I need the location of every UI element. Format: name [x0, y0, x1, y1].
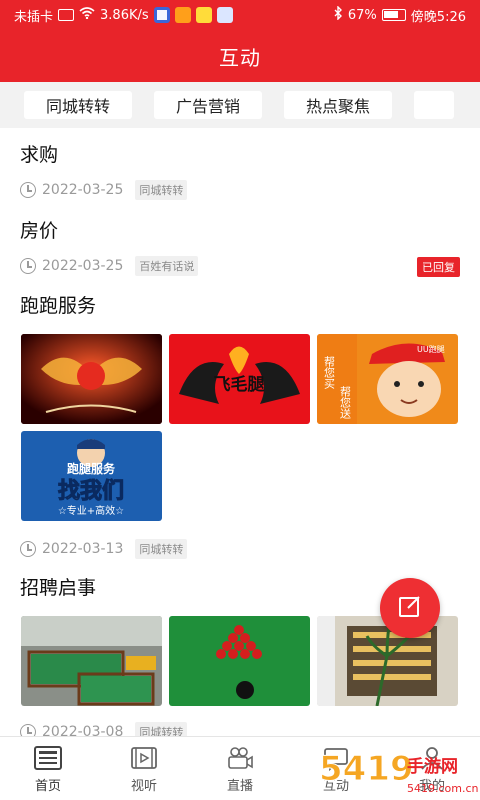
post-image[interactable]: 帮您买 帮您送 UU跑腿: [317, 334, 458, 424]
post-meta: 2022-03-25 同城转转: [20, 180, 188, 200]
post-meta: 2022-03-08 同城转转: [20, 722, 188, 736]
page-title: 互动: [219, 45, 261, 70]
nav-label: 视听: [130, 778, 157, 794]
clock-icon: [20, 541, 36, 557]
post-date: 2022-03-08: [42, 724, 124, 736]
post-title[interactable]: 跑跑服务: [20, 291, 96, 318]
wifi-icon: [79, 7, 95, 23]
post-tag: 同城转转: [135, 180, 188, 200]
post-tag: 百姓有话说: [135, 256, 199, 276]
post-meta: 2022-03-25 百姓有话说: [20, 256, 199, 276]
post-image[interactable]: [21, 334, 162, 424]
edit-icon: [397, 593, 423, 623]
sim-icon: [58, 9, 75, 21]
post-date: 2022-03-25: [42, 182, 124, 198]
clock-icon: [20, 724, 36, 736]
post-title[interactable]: 招聘启事: [20, 573, 96, 600]
post-feed[interactable]: 求购 2022-03-25 同城转转 房价 2022-03-25 百姓有话说 已…: [0, 128, 480, 736]
live-icon: [225, 745, 255, 771]
network-speed: 3.86K/s: [100, 7, 149, 23]
image-text: ☆专业+高效☆: [58, 504, 124, 517]
post-date: 2022-03-13: [42, 541, 124, 557]
image-text: UU跑腿: [417, 345, 445, 354]
image-text: 帮您送: [339, 386, 352, 419]
clock-icon: [20, 182, 36, 198]
bluetooth-icon: [333, 5, 343, 24]
post-tag: 同城转转: [135, 539, 188, 559]
nav-home[interactable]: 首页: [0, 737, 96, 800]
svg-text:5419: 5419: [319, 749, 414, 789]
replied-badge: 已回复: [417, 257, 460, 277]
post-image[interactable]: 飞毛腿: [169, 334, 310, 424]
tab-partial[interactable]: [414, 91, 455, 119]
battery-percent: 67%: [347, 7, 377, 23]
post-title[interactable]: 房价: [20, 216, 58, 243]
image-text: 找我们: [58, 479, 124, 504]
post-image[interactable]: [169, 616, 310, 706]
tab-same-city[interactable]: 同城转转: [24, 91, 133, 119]
clock-time: 傍晚5:26: [410, 9, 466, 25]
category-tabs: 同城转转 广告营销 热点聚焦: [0, 82, 480, 128]
image-text: 飞毛腿: [214, 374, 265, 395]
app-notification-icon: [195, 7, 212, 23]
nav-label: 首页: [34, 778, 61, 794]
post-date: 2022-03-25: [42, 258, 124, 274]
carrier-text: 未插卡: [14, 9, 54, 25]
nav-live[interactable]: 直播: [192, 737, 288, 800]
battery-icon: [381, 9, 406, 21]
nav-label: 直播: [226, 778, 253, 794]
status-bar: 未插卡 3.86K/s 67% 傍晚5:26: [0, 0, 480, 30]
app-notification-icon: [216, 7, 233, 23]
clock-icon: [20, 258, 36, 274]
post-image[interactable]: [317, 616, 458, 706]
post-meta: 2022-03-13 同城转转: [20, 539, 188, 559]
watermark-text: 手游网: [407, 756, 458, 777]
post-image[interactable]: [21, 616, 162, 706]
nav-video[interactable]: 视听: [96, 737, 192, 800]
compose-button[interactable]: [380, 578, 440, 638]
post-image[interactable]: 跑腿服务 找我们 ☆专业+高效☆: [21, 431, 162, 521]
image-text: 跑腿服务: [67, 461, 116, 476]
title-bar: 互动: [0, 30, 480, 82]
video-icon: [129, 745, 159, 771]
app-notification-icon: [153, 7, 170, 23]
watermark-domain: 5419.com.cn: [407, 782, 479, 795]
site-watermark: 5419 手游网 5419.com.cn: [315, 742, 480, 800]
post-title[interactable]: 求购: [20, 140, 58, 167]
image-text: 帮您买: [323, 356, 336, 390]
tab-ad-marketing[interactable]: 广告营销: [154, 91, 263, 119]
post-tag: 同城转转: [135, 722, 188, 736]
tab-hot-focus[interactable]: 热点聚焦: [284, 91, 393, 119]
news-icon: [33, 745, 63, 771]
app-notification-icon: [174, 7, 191, 23]
